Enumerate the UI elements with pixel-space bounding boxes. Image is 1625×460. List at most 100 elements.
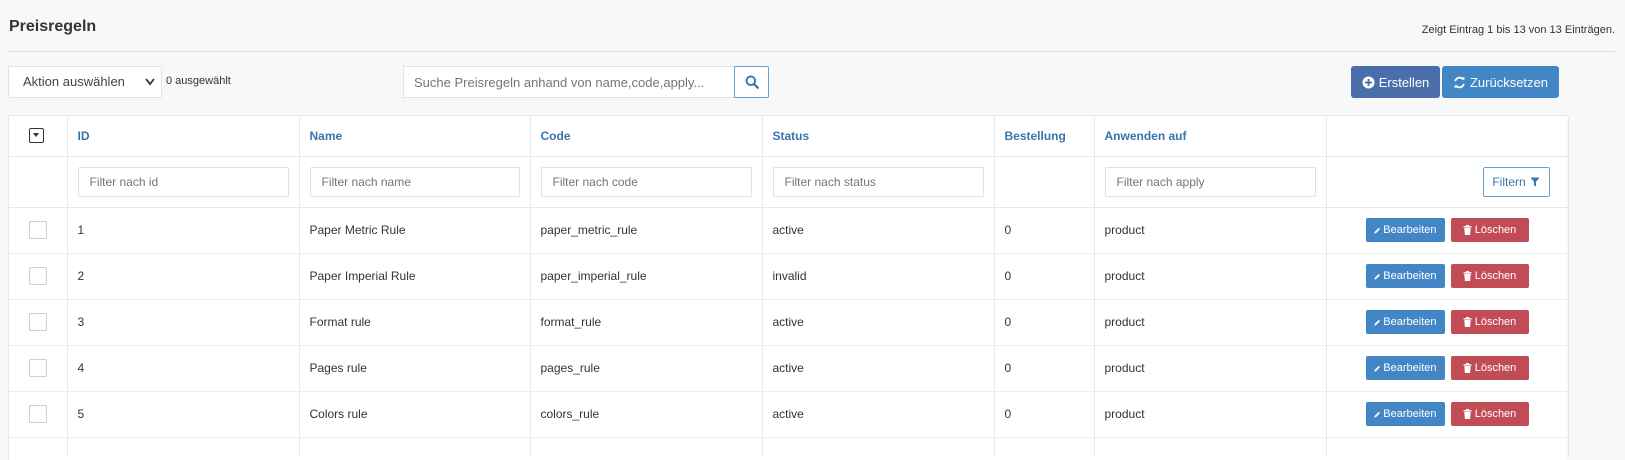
cell-id: 4	[67, 345, 300, 392]
filter-status-input[interactable]	[772, 166, 984, 197]
search-icon	[745, 75, 759, 89]
edit-button[interactable]: Bearbeiten	[1365, 356, 1445, 380]
table-row: 1 Paper Metric Rule paper_metric_rule ac…	[9, 207, 1569, 254]
pencil-icon	[1373, 319, 1380, 326]
cell-order: 0	[994, 253, 1095, 300]
edit-button[interactable]: Bearbeiten	[1365, 264, 1445, 288]
create-button[interactable]: Erstellen	[1351, 66, 1440, 98]
cell-code: paper_metric_rule	[530, 207, 763, 254]
page-header: Preisregeln Zeigt Eintrag 1 bis 13 von 1…	[8, 0, 1615, 52]
cell-status: active	[762, 345, 995, 392]
cell-code: format_rule	[530, 299, 763, 346]
selected-count: 0 ausgewählt	[166, 75, 231, 87]
chevron-down-icon	[145, 67, 155, 110]
row-checkbox[interactable]	[29, 359, 47, 377]
row-checkbox[interactable]	[29, 405, 47, 423]
reset-button-label: Zurücksetzen	[1469, 74, 1549, 90]
cell-id: 1	[67, 207, 300, 254]
column-header-actions	[1326, 116, 1569, 157]
pencil-icon	[1373, 365, 1380, 372]
bulk-action-select-value: Aktion auswählen	[23, 74, 125, 89]
toolbar: Aktion auswählen 0 ausgewählt Erstellen	[8, 66, 1615, 100]
cell-apply: product	[1094, 391, 1327, 438]
column-header-apply[interactable]: Anwenden auf	[1094, 116, 1327, 157]
cell-id: 2	[67, 253, 300, 300]
column-header-code[interactable]: Code	[530, 116, 763, 157]
cell-apply: product	[1094, 345, 1327, 392]
edit-button[interactable]: Bearbeiten	[1365, 310, 1445, 334]
search-button[interactable]	[734, 66, 769, 98]
funnel-icon	[1530, 177, 1540, 186]
cell-apply: product	[1094, 253, 1327, 300]
cell-id: 5	[67, 391, 300, 438]
refresh-icon	[1454, 76, 1465, 88]
bulk-action-select[interactable]: Aktion auswählen	[8, 66, 162, 98]
delete-button[interactable]: Löschen	[1450, 356, 1529, 380]
edit-button[interactable]: Bearbeiten	[1365, 402, 1445, 426]
column-header-order[interactable]: Bestellung	[994, 116, 1095, 157]
column-header-status[interactable]: Status	[762, 116, 995, 157]
create-button-label: Erstellen	[1378, 74, 1430, 90]
pencil-icon	[1373, 411, 1380, 418]
row-checkbox[interactable]	[29, 267, 47, 285]
edit-button-label: Bearbeiten	[1383, 316, 1437, 328]
cell-name: Paper Metric Rule	[299, 207, 531, 254]
column-header-name[interactable]: Name	[299, 116, 531, 157]
cell-apply: product	[1094, 207, 1327, 254]
table-row-partial	[9, 437, 1569, 457]
select-all-header	[9, 116, 68, 157]
pencil-icon	[1373, 227, 1380, 234]
trash-icon	[1463, 225, 1472, 235]
select-all-checkbox[interactable]	[29, 128, 44, 144]
filter-apply-input[interactable]	[1104, 166, 1316, 197]
cell-order: 0	[994, 207, 1095, 254]
delete-button[interactable]: Löschen	[1450, 264, 1529, 288]
table-row: 2 Paper Imperial Rule paper_imperial_rul…	[9, 253, 1569, 300]
delete-button-label: Löschen	[1474, 408, 1517, 420]
table-row: 4 Pages rule pages_rule active 0 product…	[9, 345, 1569, 392]
page-title: Preisregeln	[9, 18, 97, 35]
cell-status: active	[762, 207, 995, 254]
edit-button-label: Bearbeiten	[1383, 362, 1437, 374]
filter-button-label: Filtern	[1492, 174, 1526, 189]
trash-icon	[1463, 271, 1472, 281]
table-row: 5 Colors rule colors_rule active 0 produ…	[9, 391, 1569, 438]
row-checkbox[interactable]	[29, 313, 47, 331]
edit-button-label: Bearbeiten	[1383, 408, 1437, 420]
entries-info: Zeigt Eintrag 1 bis 13 von 13 Einträgen.	[1421, 24, 1615, 36]
search-box	[403, 66, 769, 98]
filter-button[interactable]: Filtern	[1482, 166, 1550, 197]
filter-row: Filter n	[9, 156, 1569, 208]
edit-button-label: Bearbeiten	[1383, 270, 1437, 282]
cell-order: 0	[994, 391, 1095, 438]
trash-icon	[1463, 317, 1472, 327]
edit-button-label: Bearbeiten	[1383, 224, 1437, 236]
cell-name: Pages rule	[299, 345, 531, 392]
rules-table: ID Name Code Status Bestellung Anwenden …	[8, 115, 1569, 460]
cell-name: Colors rule	[299, 391, 531, 438]
filter-code-input[interactable]	[540, 166, 752, 197]
delete-button[interactable]: Löschen	[1450, 402, 1529, 426]
trash-icon	[1463, 409, 1472, 419]
cell-id: 3	[67, 299, 300, 346]
filter-name-input[interactable]	[309, 166, 520, 197]
cell-status: invalid	[762, 253, 995, 300]
cell-status: active	[762, 391, 995, 438]
delete-button-label: Löschen	[1474, 270, 1517, 282]
cell-name: Paper Imperial Rule	[299, 253, 531, 300]
cell-name: Format rule	[299, 299, 531, 346]
edit-button[interactable]: Bearbeiten	[1365, 218, 1445, 242]
cell-code: paper_imperial_rule	[530, 253, 763, 300]
delete-button[interactable]: Löschen	[1450, 218, 1529, 242]
delete-button-label: Löschen	[1474, 362, 1517, 374]
cell-code: colors_rule	[530, 391, 763, 438]
delete-button[interactable]: Löschen	[1450, 310, 1529, 334]
cell-order: 0	[994, 299, 1095, 346]
table-row: 3 Format rule format_rule active 0 produ…	[9, 299, 1569, 346]
reset-button[interactable]: Zurücksetzen	[1442, 66, 1559, 98]
filter-id-input[interactable]	[77, 166, 289, 197]
column-header-id[interactable]: ID	[67, 116, 300, 157]
cell-order: 0	[994, 345, 1095, 392]
row-checkbox[interactable]	[29, 221, 47, 239]
search-input[interactable]	[403, 66, 735, 98]
